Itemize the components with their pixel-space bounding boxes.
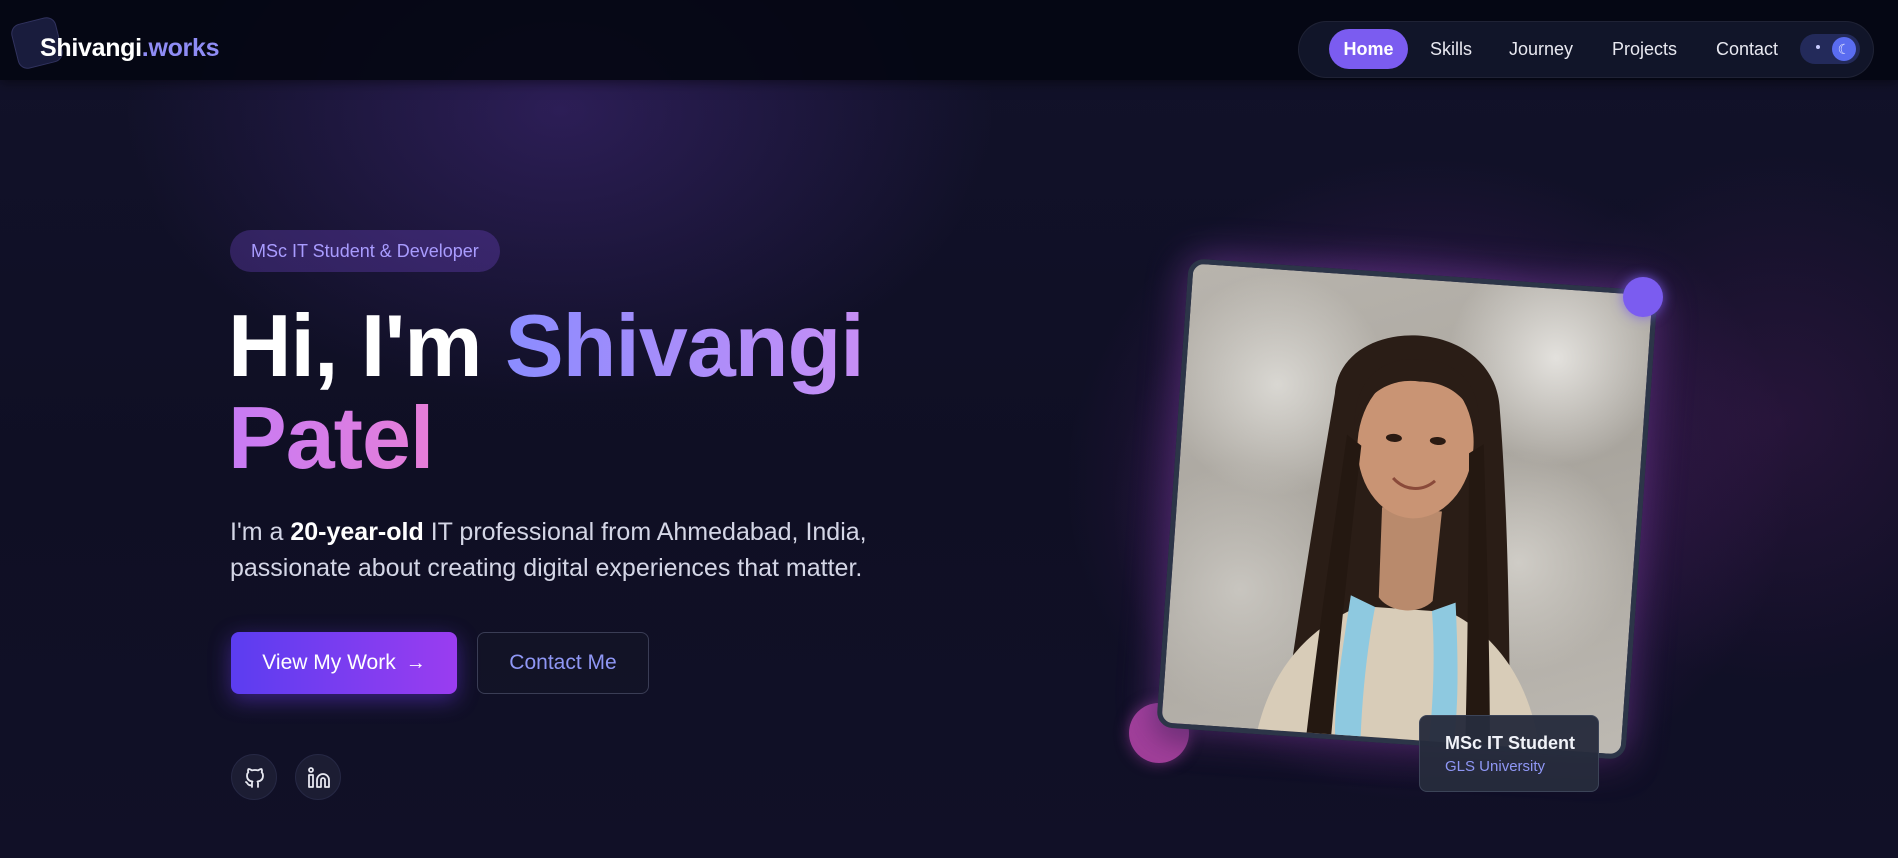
hero-title-first-name: Shivangi (504, 296, 865, 395)
linkedin-link[interactable] (295, 754, 341, 800)
profile-card-subtitle: GLS University (1445, 758, 1546, 775)
bio-age: 20-year-old (290, 518, 424, 546)
hero-title-last-name: Patel (228, 388, 434, 487)
portrait-illustration (1255, 335, 1540, 759)
theme-toggle[interactable]: ☾ (1800, 34, 1860, 64)
view-work-button[interactable]: View My Work → (231, 632, 457, 694)
linkedin-icon (308, 767, 330, 788)
navbar: Shivangi.works Home Skills Journey Proje… (0, 0, 1898, 80)
moon-toggle-icon: ☾ (1832, 37, 1856, 61)
nav-item-skills[interactable]: Skills (1416, 29, 1484, 69)
logo-accent: .works (141, 34, 220, 62)
hero-title-prefix: Hi, I'm (228, 296, 483, 395)
arrow-right-icon: → (405, 652, 426, 674)
hero-title: Hi, I'm Shivangi Patel (228, 300, 988, 484)
nav-item-home[interactable]: Home (1329, 29, 1408, 69)
contact-me-button[interactable]: Contact Me (477, 632, 649, 694)
page: Shivangi.works Home Skills Journey Proje… (0, 0, 1898, 858)
profile-card-title: MSc IT Student (1445, 733, 1575, 753)
view-work-label: View My Work (262, 651, 396, 674)
profile-photo (1156, 258, 1658, 760)
nav-item-projects[interactable]: Projects (1598, 29, 1690, 69)
logo[interactable]: Shivangi.works (40, 34, 220, 63)
bio-pre: I'm a (230, 518, 284, 546)
nav-item-journey[interactable]: Journey (1494, 29, 1588, 69)
decorative-dot-purple (1623, 277, 1663, 317)
github-icon (245, 768, 264, 788)
role-badge: MSc IT Student & Developer (230, 230, 500, 272)
profile-info-card: MSc IT Student GLS University (1419, 715, 1599, 792)
logo-primary: Shivangi (40, 34, 142, 62)
nav-item-contact[interactable]: Contact (1700, 29, 1794, 69)
star-icon (1816, 45, 1820, 49)
hero-bio: I'm a 20-year-old IT professional from A… (230, 514, 990, 586)
github-link[interactable] (231, 754, 277, 800)
